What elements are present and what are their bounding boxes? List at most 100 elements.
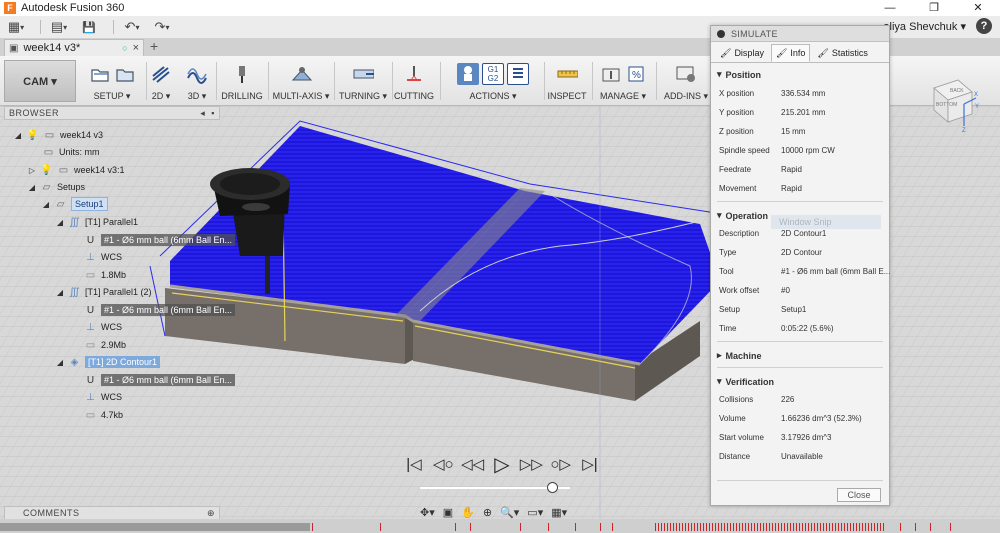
previous-operation-button[interactable]: ◁○ (431, 455, 455, 473)
expand-arrow-icon[interactable]: ◢ (56, 288, 64, 297)
cutting-label: CUTTING (394, 91, 434, 101)
tree-node-wcs[interactable]: ⊥ WCS (84, 249, 122, 265)
go-to-start-button[interactable]: |◁ (402, 455, 426, 473)
tree-node-nc-size[interactable]: ▭ 2.9Mb (84, 337, 126, 353)
tree-node-tool[interactable]: U #1 - Ø6 mm ball (6mm Ball En... (84, 372, 236, 388)
expand-arrow-icon[interactable]: ◢ (14, 131, 22, 140)
tree-node-setups[interactable]: ◢ ▱ Setups (28, 179, 85, 195)
minimize-button[interactable]: — (868, 0, 912, 16)
cutting-icon (403, 63, 425, 85)
document-tab[interactable]: ▣ week14 v3* ○ × (4, 39, 144, 56)
next-operation-button[interactable]: ○▷ (549, 455, 573, 473)
tree-node-tool[interactable]: U #1 - Ø6 mm ball (6mm Ball En... (84, 302, 236, 318)
drilling-label: DRILLING (221, 91, 263, 101)
expand-arrow-icon[interactable]: ◢ (56, 358, 64, 367)
tool-icon: U (86, 374, 95, 386)
tree-node-parallel2[interactable]: ◢ ∭ [T1] Parallel1 (2) (56, 284, 152, 300)
close-simulation-button[interactable]: Close (837, 488, 881, 502)
display-settings-button[interactable]: ▭▾ (527, 506, 543, 519)
expand-arrow-icon[interactable]: ◢ (56, 218, 64, 227)
grid-settings-button[interactable]: ▦▾ (551, 506, 567, 519)
expand-arrow-icon[interactable]: ◢ (28, 183, 36, 192)
comments-panel[interactable]: COMMENTS ⊕ (4, 506, 220, 520)
timeline-strip[interactable] (0, 519, 1000, 533)
tree-node-2d-contour1[interactable]: ◢ ◈ [T1] 2D Contour1 (56, 354, 161, 370)
close-window-button[interactable]: ✕ (956, 0, 1000, 16)
collapse-browser-button[interactable]: ◂ (200, 108, 205, 119)
timeline-tick (862, 523, 863, 531)
simulate-panel-header[interactable]: SIMULATE (711, 26, 889, 42)
tree-node-component[interactable]: ▷ 💡 ▭ week14 v3:1 (28, 162, 125, 178)
setup-group[interactable]: SETUP ▾ (82, 60, 142, 102)
timeline-tick (805, 523, 806, 531)
timeline-tick (859, 523, 860, 531)
tab-statistics[interactable]: 🖌 Statistics (812, 44, 872, 62)
tree-node-wcs[interactable]: ⊥ WCS (84, 389, 122, 405)
add-comment-button[interactable]: ⊕ (207, 507, 215, 519)
orbit-button[interactable]: ✥▾ (420, 506, 435, 519)
pan-button[interactable]: ✋ (461, 506, 475, 519)
help-button[interactable]: ? (976, 18, 992, 34)
expand-arrow-icon[interactable]: ▷ (28, 166, 36, 175)
zoom-button[interactable]: 🔍▾ (500, 506, 519, 519)
tree-node-units[interactable]: ▭ Units: mm (42, 144, 100, 160)
tab-info[interactable]: 🖌 Info (770, 44, 811, 62)
pin-browser-button[interactable]: ▪ (211, 108, 215, 119)
operation-section-header[interactable]: ▾ Operation (717, 210, 768, 221)
2d-label: 2D ▾ (151, 91, 171, 101)
tab-display[interactable]: 🖌 Display (715, 44, 769, 62)
view-cube[interactable]: BACK BOTTOM X Y Z (920, 74, 980, 132)
timeline-tick (703, 523, 704, 531)
undo-button[interactable]: ↶ ▾ (120, 18, 144, 36)
simulation-progress-slider[interactable] (420, 482, 570, 493)
slider-thumb[interactable] (547, 482, 558, 493)
template-library-icon: % (625, 63, 647, 85)
actions-group[interactable]: G1 G2 ACTIONS ▾ (446, 60, 540, 102)
go-to-end-button[interactable]: ▷| (578, 455, 602, 473)
timeline-tick (718, 523, 719, 531)
turning-group[interactable]: TURNING ▾ (339, 60, 387, 102)
tree-node-setup1[interactable]: ◢ ▱ Setup1 (42, 196, 108, 212)
tree-node-nc-size[interactable]: ▭ 1.8Mb (84, 267, 126, 283)
machine-section-header[interactable]: ▸ Machine (717, 350, 762, 361)
collapse-panel-icon[interactable] (717, 29, 725, 38)
add-ins-group[interactable]: ADD-INS ▾ (664, 60, 708, 102)
tree-node-tool[interactable]: U #1 - Ø6 mm ball (6mm Ball En... (84, 232, 236, 248)
lightbulb-icon[interactable]: 💡 (26, 129, 39, 142)
status-dot-icon: ○ (122, 43, 128, 53)
manage-group[interactable]: % MANAGE ▾ (598, 60, 648, 102)
drilling-group[interactable]: DRILLING (221, 60, 263, 102)
3d-group[interactable]: 3D ▾ (186, 60, 208, 102)
multi-axis-group[interactable]: MULTI-AXIS ▾ (273, 60, 329, 102)
restore-button[interactable]: ❐ (912, 0, 956, 16)
add-tab-button[interactable]: + (150, 38, 158, 54)
save-button[interactable]: 💾 (77, 18, 101, 36)
tree-node-root[interactable]: ◢ 💡 ▭ week14 v3 (14, 127, 103, 143)
step-forward-button[interactable]: ▷▷ (519, 455, 543, 473)
verification-section-header[interactable]: ▾ Verification (717, 376, 774, 387)
step-back-button[interactable]: ◁◁ (461, 455, 485, 473)
workspace-switcher[interactable]: CAM ▾ (4, 60, 76, 102)
operation-row-label: Time (719, 324, 737, 333)
zoom-window-button[interactable]: ⊕ (483, 506, 492, 519)
browser-panel-header[interactable]: BROWSER ◂ ▪ (4, 106, 220, 120)
play-button[interactable]: ▷ (490, 452, 514, 477)
tree-node-parallel1[interactable]: ◢ ∭ [T1] Parallel1 (56, 214, 138, 230)
cutting-group[interactable]: CUTTING (394, 60, 434, 102)
close-tab-button[interactable]: × (133, 42, 139, 54)
user-account-menu[interactable]: aliya Shevchuk ▾ (883, 20, 966, 33)
position-section-header[interactable]: ▾ Position (717, 69, 761, 80)
timeline-tick (721, 523, 722, 531)
tree-node-nc-size[interactable]: ▭ 4.7kb (84, 407, 123, 423)
timeline-tick (841, 523, 842, 531)
file-menu-button[interactable]: ▤ ▾ (47, 18, 71, 36)
data-panel-button[interactable]: ▦ ▾ (4, 18, 28, 36)
redo-button[interactable]: ↷ ▾ (150, 18, 174, 36)
tree-node-wcs[interactable]: ⊥ WCS (84, 319, 122, 335)
inspect-group[interactable]: INSPECT (548, 60, 587, 102)
lightbulb-icon[interactable]: 💡 (40, 164, 53, 177)
timeline-tick (380, 523, 381, 531)
expand-arrow-icon[interactable]: ◢ (42, 200, 50, 209)
look-at-button[interactable]: ▣ (443, 506, 453, 519)
2d-group[interactable]: 2D ▾ (150, 60, 172, 102)
